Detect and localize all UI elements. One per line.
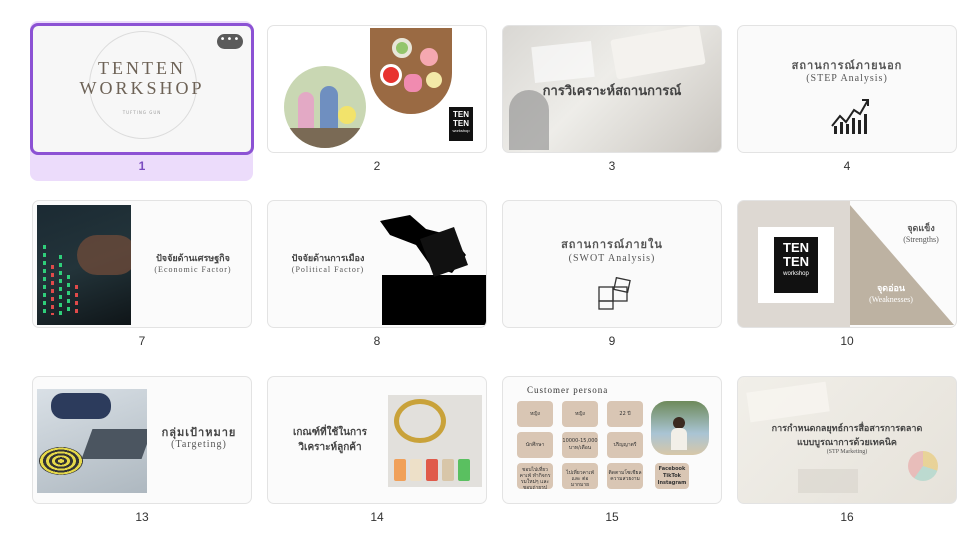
slide-number-10: 10 — [840, 334, 854, 348]
logo-line2: TEN — [783, 254, 809, 269]
social-pill: Facebook TikTok Instagram — [655, 463, 689, 489]
slide-3-title: การวิเคราะห์สถานการณ์ — [542, 84, 682, 99]
photo-targeting — [37, 389, 147, 493]
slide-number-3: 3 — [608, 159, 616, 173]
persona-pill: ปริญญาตรี — [607, 432, 643, 458]
photo-people — [284, 66, 366, 148]
persona-pill: นักศึกษา — [517, 432, 553, 458]
social-instagram: Instagram — [657, 480, 687, 486]
weaknesses-th: จุดอ่อน — [876, 284, 906, 294]
persona-pill: ติดตามโซเชียล ความสวยงาม — [607, 463, 643, 489]
persona-pill: หญิง — [517, 401, 553, 427]
persona-pill: ไปเที่ยวคาเฟ่และ ต่อ มากมาย — [562, 463, 598, 489]
logo-line3: workshop — [452, 128, 470, 133]
slide-9-title: สถานการณ์ภายใน — [561, 238, 663, 251]
strengths-en: (Strengths) — [903, 235, 939, 244]
slide-number-2: 2 — [373, 159, 381, 173]
slide-number-14: 14 — [370, 510, 384, 524]
slide-14-title-line1: เกณฑ์ที่ใช้ในการ — [292, 427, 368, 438]
tenten-logo: TEN TEN workshop — [758, 227, 834, 303]
photo-economic — [37, 205, 131, 325]
strengths-th: จุดแข็ง — [907, 224, 935, 234]
slide-1-subtitle: TUFTING GUN — [122, 110, 162, 115]
slide-grid: TENTEN WORKSHOP TUFTING GUN ••• 1 TEN TE… — [0, 0, 960, 540]
social-facebook: Facebook — [658, 466, 686, 472]
slide-15-title: Customer persona — [527, 385, 609, 395]
ballot-box-icon — [380, 215, 486, 325]
more-options-button[interactable]: ••• — [217, 34, 243, 49]
slide-number-1: 1 — [138, 159, 146, 173]
logo-line1: TEN — [453, 110, 469, 119]
slide-number-15: 15 — [605, 510, 619, 524]
slide-7-subtitle: (Economic Factor) — [154, 265, 232, 274]
slide-13-subtitle: (Targeting) — [171, 439, 227, 450]
social-tiktok: TikTok — [663, 473, 681, 479]
persona-pill: ชอบไปเที่ยวคาเฟ่ ทำกิจกรรมใหม่ๆ และชอบถ่… — [517, 463, 553, 489]
puzzle-icon — [598, 277, 631, 310]
persona-pill: 22 ปี — [607, 401, 643, 427]
weaknesses-en: (Weaknesses) — [869, 295, 913, 304]
slide-9-subtitle: (SWOT Analysis) — [568, 253, 656, 264]
slide-number-13: 13 — [135, 510, 149, 524]
tenten-logo: TEN TEN workshop — [448, 106, 474, 142]
photo-rugs — [370, 28, 452, 114]
slide-8-subtitle: (Political Factor) — [291, 265, 365, 274]
logo-line1: TEN — [783, 240, 809, 255]
slide-16-title-line1: การกำหนดกลยุทธ์การสื่อสารการตลาด — [771, 424, 923, 434]
persona-pill: หญิง — [562, 401, 598, 427]
slide-4-subtitle: (STEP Analysis) — [806, 73, 888, 84]
slide-7-title: ปัจจัยด้านเศรษฐกิจ — [156, 254, 230, 264]
slide-16-title-line2: แบบบูรณาการด้วยเทคนิค — [797, 438, 897, 448]
logo-line2: TEN — [453, 119, 469, 128]
slide-number-7: 7 — [138, 334, 146, 348]
slide-8-title: ปัจจัยด้านการเมือง — [291, 254, 365, 264]
slide-number-8: 8 — [373, 334, 381, 348]
slide-4-title: สถานการณ์ภายนอก — [791, 59, 903, 72]
logo-line3: workshop — [783, 271, 809, 277]
slide-number-16: 16 — [840, 510, 854, 524]
slide-16-subtitle: (STP Marketing) — [826, 449, 868, 455]
persona-pill: 10000-15,000 บาท/เดือน — [562, 432, 598, 458]
slide-1-title-line1: TENTEN — [98, 58, 186, 78]
persona-photo — [651, 401, 709, 455]
slide-number-9: 9 — [608, 334, 616, 348]
photo-magnifier — [388, 395, 482, 487]
slide-14-title-line2: วิเคราะห์ลูกค้า — [298, 442, 362, 453]
slide-number-4: 4 — [843, 159, 851, 173]
slide-1-title-line2: WORKSHOP — [79, 78, 205, 98]
chart-trend-icon — [831, 99, 869, 134]
